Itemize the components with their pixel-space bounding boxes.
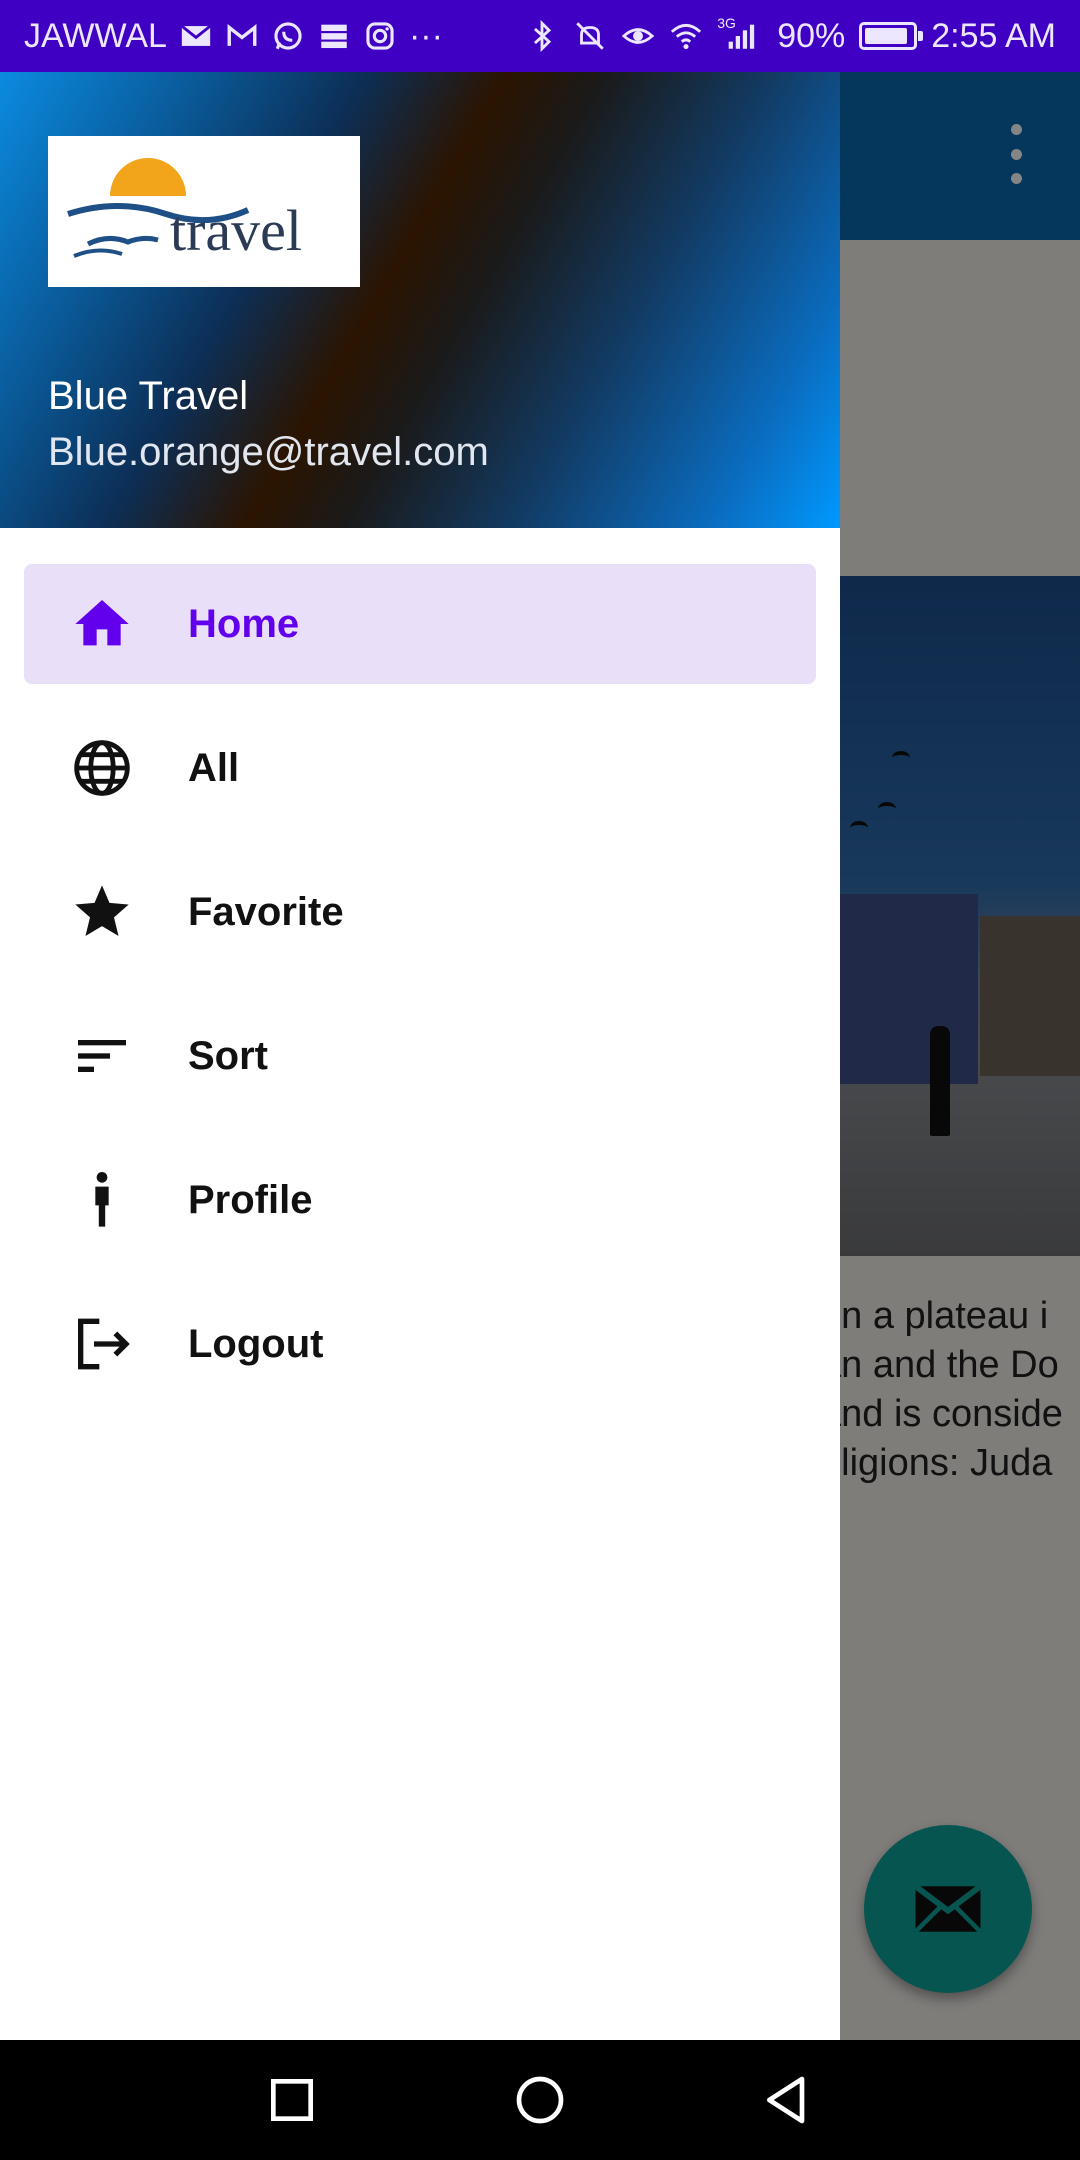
drawer-item-label: Home (188, 601, 300, 646)
back-icon[interactable] (758, 2070, 818, 2130)
star-icon (70, 880, 134, 944)
clock: 2:55 AM (931, 16, 1056, 55)
logo-text: travel (170, 198, 302, 263)
battery-percent: 90% (777, 16, 846, 55)
globe-icon (70, 736, 134, 800)
home-icon (70, 592, 134, 656)
drawer-item-label: Logout (188, 1321, 324, 1366)
system-navigation-bar (0, 2040, 1080, 2160)
drawer-item-home[interactable]: Home (24, 564, 816, 684)
mute-icon (573, 19, 607, 53)
battery-fill (865, 28, 907, 44)
bluetooth-icon (525, 19, 559, 53)
drawer-item-sort[interactable]: Sort (24, 996, 816, 1116)
whatsapp-icon (271, 19, 305, 53)
signal-icon: 3G (717, 15, 763, 53)
instagram-icon (363, 19, 397, 53)
drawer-item-label: All (188, 745, 240, 790)
network-type: 3G (717, 15, 736, 31)
storage-icon (317, 19, 351, 53)
header-user-email: Blue.orange@travel.com (48, 430, 489, 474)
status-bar: JAWWAL ··· 3G 90% 2:55 AM (0, 0, 1080, 72)
navigation-drawer: travel Blue Travel Blue.orange@travel.co… (0, 72, 840, 2040)
person-icon (70, 1168, 134, 1232)
gmail-icon (225, 19, 259, 53)
drawer-header: travel Blue Travel Blue.orange@travel.co… (0, 72, 840, 528)
recent-apps-icon[interactable] (262, 2070, 322, 2130)
drawer-item-logout[interactable]: Logout (24, 1284, 816, 1404)
logout-icon (70, 1312, 134, 1376)
drawer-item-label: Profile (188, 1177, 313, 1222)
travel-logo: travel (48, 136, 360, 287)
mail-icon (179, 19, 213, 53)
eye-comfort-icon (621, 19, 655, 53)
home-circle-icon[interactable] (510, 2070, 570, 2130)
sort-icon (70, 1024, 134, 1088)
wifi-icon (669, 19, 703, 53)
drawer-item-label: Favorite (188, 889, 344, 934)
more-notifications: ··· (408, 16, 443, 55)
drawer-item-favorite[interactable]: Favorite (24, 852, 816, 972)
drawer-item-all[interactable]: All (24, 708, 816, 828)
battery-icon (859, 22, 924, 50)
header-user-name: Blue Travel (48, 374, 249, 418)
drawer-menu: Home All Favorite Sort Profile Logout (0, 564, 840, 1428)
drawer-item-label: Sort (188, 1033, 268, 1078)
drawer-item-profile[interactable]: Profile (24, 1140, 816, 1260)
carrier-label: JAWWAL (24, 16, 167, 55)
